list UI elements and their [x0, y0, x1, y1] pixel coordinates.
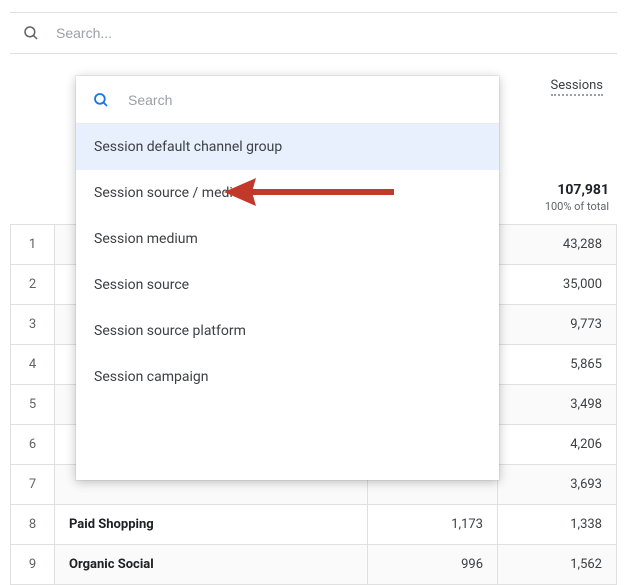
dropdown-item-session-source-platform[interactable]: Session source platform — [76, 308, 499, 354]
dimension-dropdown: Session default channel group Session so… — [76, 76, 499, 480]
dropdown-item-label: Session campaign — [94, 369, 208, 385]
row-sessions-value: 4,206 — [498, 425, 616, 464]
dropdown-item-session-medium[interactable]: Session medium — [76, 216, 499, 262]
top-search-bar — [10, 12, 617, 54]
dropdown-search-input[interactable] — [126, 91, 483, 109]
search-input[interactable] — [54, 24, 605, 42]
dropdown-item-label: Session source / medium — [94, 185, 253, 201]
row-sessions-value: 5,865 — [498, 345, 616, 384]
dropdown-item-label: Session medium — [94, 231, 198, 247]
row-index: 5 — [11, 385, 55, 424]
row-sessions-value: 3,693 — [498, 465, 616, 504]
row-index: 6 — [11, 425, 55, 464]
sessions-total-value: 107,981 — [545, 182, 609, 198]
row-sessions-value: 43,288 — [498, 225, 616, 264]
dropdown-item-label: Session source — [94, 277, 189, 293]
row-sessions-value: 3,498 — [498, 385, 616, 424]
table-row[interactable]: 8 Paid Shopping 1,173 1,338 — [11, 505, 617, 545]
row-channel-name: Organic Social — [55, 545, 368, 584]
dropdown-item-session-campaign[interactable]: Session campaign — [76, 354, 499, 400]
row-sessions-value: 1,338 — [498, 505, 616, 544]
search-icon — [22, 24, 40, 42]
dropdown-item-session-default-channel-group[interactable]: Session default channel group — [76, 124, 499, 170]
row-index: 4 — [11, 345, 55, 384]
column-header-sessions[interactable]: Sessions — [551, 78, 604, 96]
dropdown-item-label: Session source platform — [94, 323, 246, 339]
dropdown-item-label: Session default channel group — [94, 139, 282, 155]
dropdown-search-bar — [76, 76, 499, 124]
row-index: 1 — [11, 225, 55, 264]
row-index: 9 — [11, 545, 55, 584]
dropdown-item-session-source-medium[interactable]: Session source / medium — [76, 170, 499, 216]
row-index: 2 — [11, 265, 55, 304]
row-channel-name: Paid Shopping — [55, 505, 368, 544]
row-mid-value: 1,173 — [368, 505, 498, 544]
table-row[interactable]: 9 Organic Social 996 1,562 — [11, 545, 617, 585]
dropdown-item-session-source[interactable]: Session source — [76, 262, 499, 308]
search-icon — [92, 91, 110, 109]
sessions-total-sub: 100% of total — [545, 200, 609, 213]
row-index: 7 — [11, 465, 55, 504]
row-sessions-value: 1,562 — [498, 545, 616, 584]
row-sessions-value: 35,000 — [498, 265, 616, 304]
row-mid-value: 996 — [368, 545, 498, 584]
totals-block: 107,981 100% of total — [545, 182, 609, 213]
row-index: 3 — [11, 305, 55, 344]
row-sessions-value: 9,773 — [498, 305, 616, 344]
row-index: 8 — [11, 505, 55, 544]
